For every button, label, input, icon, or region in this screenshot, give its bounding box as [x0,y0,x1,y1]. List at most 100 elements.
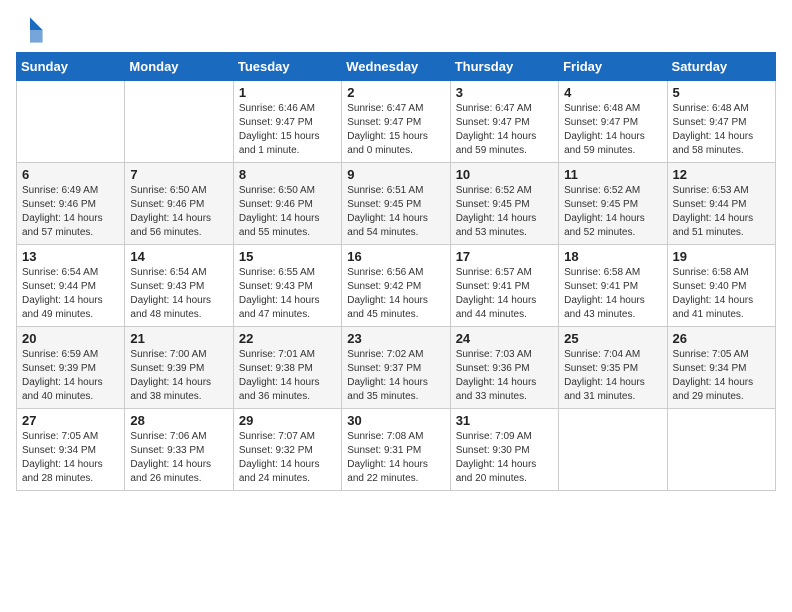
calendar-cell: 1Sunrise: 6:46 AM Sunset: 9:47 PM Daylig… [233,81,341,163]
calendar-cell [667,409,775,491]
day-info: Sunrise: 6:48 AM Sunset: 9:47 PM Dayligh… [564,102,661,158]
day-number: 21 [130,331,227,346]
calendar-cell: 5 Sunrise: 6:48 AM Sunset: 9:47 PM Daylig… [667,81,775,163]
calendar-cell: 30 Sunrise: 7:08 AM Sunset: 9:31 PM Dayli… [342,409,450,491]
calendar-cell: 24 Sunrise: 7:03 AM Sunset: 9:36 PM Dayli… [450,327,558,409]
calendar-cell: 31 Sunrise: 7:09 AM Sunset: 9:30 PM Dayli… [450,409,558,491]
day-info: Sunrise: 7:08 AM Sunset: 9:31 PM Dayligh… [347,430,444,486]
day-number: 24 [456,331,553,346]
calendar-week-4: 20Sunrise: 6:59 AM Sunset: 9:39 PM Dayli… [17,327,776,409]
logo [16,16,48,44]
day-number: 19 [673,249,770,264]
day-number: 20 [22,331,119,346]
day-info: Sunrise: 6:51 AM Sunset: 9:45 PM Dayligh… [347,184,444,240]
weekday-header-thursday: Thursday [450,53,558,81]
day-number: 25 [564,331,661,346]
calendar-cell: 18 Sunrise: 6:58 AM Sunset: 9:41 PM Dayli… [559,245,667,327]
day-number: 22 [239,331,336,346]
calendar-table: SundayMondayTuesdayWednesdayThursdayFrid… [16,52,776,491]
calendar-cell: 12Sunrise: 6:53 AM Sunset: 9:44 PM Dayli… [667,163,775,245]
day-number: 31 [456,413,553,428]
day-info: Sunrise: 7:03 AM Sunset: 9:36 PM Dayligh… [456,348,553,404]
calendar-cell: 14 Sunrise: 6:54 AM Sunset: 9:43 PM Dayli… [125,245,233,327]
day-info: Sunrise: 7:09 AM Sunset: 9:30 PM Dayligh… [456,430,553,486]
day-number: 18 [564,249,661,264]
day-number: 5 [673,85,770,100]
day-info: Sunrise: 6:49 AM Sunset: 9:46 PM Dayligh… [22,184,119,240]
day-number: 17 [456,249,553,264]
day-number: 28 [130,413,227,428]
day-info: Sunrise: 6:50 AM Sunset: 9:46 PM Dayligh… [239,184,336,240]
day-number: 10 [456,167,553,182]
calendar-cell: 11 Sunrise: 6:52 AM Sunset: 9:45 PM Dayli… [559,163,667,245]
day-number: 8 [239,167,336,182]
calendar-cell: 19 Sunrise: 6:58 AM Sunset: 9:40 PM Dayli… [667,245,775,327]
calendar-cell: 10Sunrise: 6:52 AM Sunset: 9:45 PM Dayli… [450,163,558,245]
day-info: Sunrise: 7:07 AM Sunset: 9:32 PM Dayligh… [239,430,336,486]
day-number: 27 [22,413,119,428]
calendar-cell: 21 Sunrise: 7:00 AM Sunset: 9:39 PM Dayli… [125,327,233,409]
weekday-header-sunday: Sunday [17,53,125,81]
calendar-cell [559,409,667,491]
weekday-header-wednesday: Wednesday [342,53,450,81]
day-number: 14 [130,249,227,264]
calendar-cell: 3Sunrise: 6:47 AM Sunset: 9:47 PM Daylig… [450,81,558,163]
day-info: Sunrise: 7:06 AM Sunset: 9:33 PM Dayligh… [130,430,227,486]
day-number: 23 [347,331,444,346]
calendar-week-1: 1Sunrise: 6:46 AM Sunset: 9:47 PM Daylig… [17,81,776,163]
day-info: Sunrise: 7:04 AM Sunset: 9:35 PM Dayligh… [564,348,661,404]
calendar-cell: 9 Sunrise: 6:51 AM Sunset: 9:45 PM Daylig… [342,163,450,245]
day-number: 9 [347,167,444,182]
day-number: 29 [239,413,336,428]
calendar-cell [17,81,125,163]
calendar-week-5: 27 Sunrise: 7:05 AM Sunset: 9:34 PM Dayli… [17,409,776,491]
day-info: Sunrise: 6:52 AM Sunset: 9:45 PM Dayligh… [564,184,661,240]
calendar-cell: 15 Sunrise: 6:55 AM Sunset: 9:43 PM Dayli… [233,245,341,327]
day-info: Sunrise: 6:54 AM Sunset: 9:44 PM Dayligh… [22,266,119,322]
day-number: 15 [239,249,336,264]
calendar-cell: 4Sunrise: 6:48 AM Sunset: 9:47 PM Daylig… [559,81,667,163]
calendar-cell: 27 Sunrise: 7:05 AM Sunset: 9:34 PM Dayli… [17,409,125,491]
day-number: 7 [130,167,227,182]
day-number: 26 [673,331,770,346]
day-info: Sunrise: 6:58 AM Sunset: 9:40 PM Dayligh… [673,266,770,322]
calendar-cell: 2 Sunrise: 6:47 AM Sunset: 9:47 PM Daylig… [342,81,450,163]
calendar-cell: 6Sunrise: 6:49 AM Sunset: 9:46 PM Daylig… [17,163,125,245]
day-number: 13 [22,249,119,264]
day-info: Sunrise: 6:54 AM Sunset: 9:43 PM Dayligh… [130,266,227,322]
weekday-header-friday: Friday [559,53,667,81]
page-header [16,16,776,44]
logo-icon [16,16,44,44]
weekday-header-monday: Monday [125,53,233,81]
calendar-cell: 17 Sunrise: 6:57 AM Sunset: 9:41 PM Dayli… [450,245,558,327]
weekday-header-saturday: Saturday [667,53,775,81]
weekday-header-tuesday: Tuesday [233,53,341,81]
calendar-cell: 28 Sunrise: 7:06 AM Sunset: 9:33 PM Dayli… [125,409,233,491]
calendar-cell: 20Sunrise: 6:59 AM Sunset: 9:39 PM Dayli… [17,327,125,409]
day-info: Sunrise: 7:05 AM Sunset: 9:34 PM Dayligh… [673,348,770,404]
day-info: Sunrise: 6:57 AM Sunset: 9:41 PM Dayligh… [456,266,553,322]
day-info: Sunrise: 7:00 AM Sunset: 9:39 PM Dayligh… [130,348,227,404]
day-info: Sunrise: 6:50 AM Sunset: 9:46 PM Dayligh… [130,184,227,240]
day-number: 12 [673,167,770,182]
day-info: Sunrise: 7:05 AM Sunset: 9:34 PM Dayligh… [22,430,119,486]
day-info: Sunrise: 6:55 AM Sunset: 9:43 PM Dayligh… [239,266,336,322]
calendar-cell: 25 Sunrise: 7:04 AM Sunset: 9:35 PM Dayli… [559,327,667,409]
day-number: 16 [347,249,444,264]
calendar-cell: 26 Sunrise: 7:05 AM Sunset: 9:34 PM Dayli… [667,327,775,409]
day-info: Sunrise: 6:46 AM Sunset: 9:47 PM Dayligh… [239,102,336,158]
calendar-week-3: 13 Sunrise: 6:54 AM Sunset: 9:44 PM Dayli… [17,245,776,327]
day-info: Sunrise: 6:58 AM Sunset: 9:41 PM Dayligh… [564,266,661,322]
day-info: Sunrise: 6:47 AM Sunset: 9:47 PM Dayligh… [456,102,553,158]
calendar-cell: 8 Sunrise: 6:50 AM Sunset: 9:46 PM Daylig… [233,163,341,245]
day-info: Sunrise: 6:48 AM Sunset: 9:47 PM Dayligh… [673,102,770,158]
day-info: Sunrise: 7:02 AM Sunset: 9:37 PM Dayligh… [347,348,444,404]
day-info: Sunrise: 6:47 AM Sunset: 9:47 PM Dayligh… [347,102,444,158]
day-info: Sunrise: 6:56 AM Sunset: 9:42 PM Dayligh… [347,266,444,322]
day-number: 30 [347,413,444,428]
calendar-cell: 23 Sunrise: 7:02 AM Sunset: 9:37 PM Dayli… [342,327,450,409]
day-number: 2 [347,85,444,100]
calendar-cell: 16 Sunrise: 6:56 AM Sunset: 9:42 PM Dayli… [342,245,450,327]
calendar-cell: 22Sunrise: 7:01 AM Sunset: 9:38 PM Dayli… [233,327,341,409]
day-number: 11 [564,167,661,182]
